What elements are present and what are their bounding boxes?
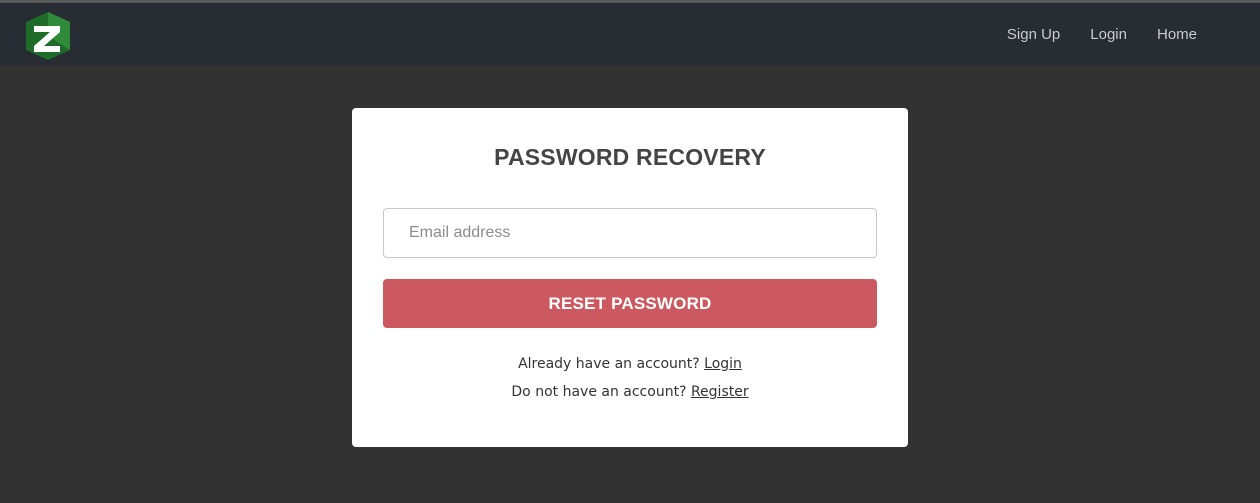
nav-login-link[interactable]: Login — [1090, 26, 1127, 43]
page-title: PASSWORD RECOVERY — [494, 144, 766, 170]
nav-links: Sign Up Login Home — [1007, 3, 1197, 66]
navbar: Sign Up Login Home — [0, 3, 1260, 66]
nav-signup-link[interactable]: Sign Up — [1007, 26, 1060, 43]
nav-home-link[interactable]: Home — [1157, 26, 1197, 43]
email-field[interactable] — [383, 208, 877, 258]
register-prompt-text: Do not have an account? — [511, 384, 687, 400]
login-prompt-text: Already have an account? — [518, 356, 700, 372]
register-prompt-line: Do not have an account? Register — [352, 384, 908, 400]
reset-password-button[interactable]: RESET PASSWORD — [383, 279, 877, 328]
password-recovery-card: PASSWORD RECOVERY RESET PASSWORD Already… — [352, 108, 908, 447]
register-link[interactable]: Register — [691, 384, 749, 400]
logo-icon[interactable] — [26, 12, 70, 60]
login-link[interactable]: Login — [704, 356, 742, 372]
login-prompt-line: Already have an account? Login — [352, 356, 908, 372]
